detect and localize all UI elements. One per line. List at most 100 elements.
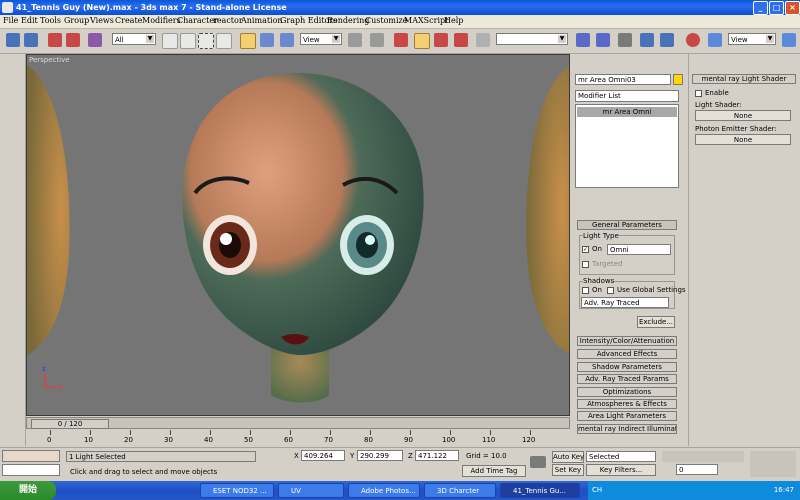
select-rotate-icon[interactable] [260,33,274,47]
key-selection-dropdown[interactable]: Selected [586,451,656,462]
menu-customize[interactable]: Customize [365,16,408,25]
playback-controls[interactable] [662,451,744,462]
menu-reactor[interactable]: reactor [213,16,243,25]
menu-animation[interactable]: Animation [241,16,283,25]
current-frame-field[interactable]: 0 [676,464,718,475]
pivot-center-icon[interactable] [348,33,362,47]
menu-group[interactable]: Group [64,16,89,25]
light-shader-button[interactable]: None [695,110,791,121]
time-slider[interactable]: 0 / 120 [26,417,570,429]
menu-maxscript[interactable]: MAXScript [404,16,448,25]
rectangle-selection-icon[interactable] [198,33,214,49]
redo-icon[interactable] [24,33,38,47]
app-icon[interactable] [2,2,13,13]
object-color-swatch[interactable] [673,74,683,85]
link-icon[interactable] [48,33,62,47]
track-bar[interactable]: 0 10 20 30 40 50 60 70 80 90 100 110 120 [26,430,570,447]
add-time-tag-button[interactable]: Add Time Tag [462,465,526,477]
task-photoshop[interactable]: Adobe Photos... [348,483,420,498]
auto-key-button[interactable]: Auto Key [552,451,584,463]
task-3dsmax[interactable]: 41_Tennis Gu... [500,483,580,498]
task-3d-character[interactable]: 3D Charcter [424,483,496,498]
schematic-view-icon[interactable] [660,33,674,47]
viewport-navigation-controls[interactable] [750,451,796,477]
spinner-snap-icon[interactable] [454,33,468,47]
clock[interactable]: 16:47 [774,481,794,500]
rollout-intensity[interactable]: Intensity/Color/Attenuation [577,336,677,346]
select-move-icon[interactable] [240,33,256,49]
maxscript-input-mini[interactable] [2,464,60,476]
select-by-name-icon[interactable] [180,33,196,49]
menu-rendering[interactable]: Rendering [327,16,369,25]
curve-editor-icon[interactable] [640,33,654,47]
set-key-button[interactable]: Set Key [552,464,584,476]
menu-character[interactable]: Character [177,16,218,25]
perspective-viewport[interactable]: Perspective x z [26,54,570,416]
quick-render-icon[interactable] [782,33,796,47]
align-icon[interactable] [596,33,610,47]
modifier-stack[interactable]: mr Area Omni [575,104,679,188]
rollout-adv-ray-traced[interactable]: Adv. Ray Traced Params [577,374,677,384]
task-uv[interactable]: UV [278,483,344,498]
x-coordinate-field[interactable]: 409.264 [301,450,345,461]
minimize-button[interactable]: _ [753,1,768,15]
window-crossing-icon[interactable] [216,33,232,49]
menu-modifiers[interactable]: Modifiers [142,16,181,25]
menu-file[interactable]: File [3,16,18,25]
maximize-button[interactable]: □ [769,1,784,15]
light-on-checkbox[interactable]: ✓ [582,246,589,253]
render-type-dropdown[interactable]: View ▼ [728,33,776,45]
angle-snap-icon[interactable] [414,33,430,49]
language-indicator[interactable]: CH [592,481,602,500]
close-button[interactable]: × [785,1,800,15]
edit-named-selections-icon[interactable] [476,33,490,47]
named-selection-dropdown[interactable]: ▼ [496,33,568,45]
select-manipulate-icon[interactable] [370,33,384,47]
enable-checkbox[interactable] [695,90,702,97]
task-eset[interactable]: ESET NOD32 ... [200,483,274,498]
mirror-icon[interactable] [576,33,590,47]
use-global-checkbox[interactable] [607,287,614,294]
key-filters-button[interactable]: Key Filters... [586,464,656,476]
light-type-dropdown[interactable]: Omni [607,244,671,255]
rollout-optimizations[interactable]: Optimizations [577,387,677,397]
selection-filter-dropdown[interactable]: All ▼ [112,33,156,45]
stack-item[interactable]: mr Area Omni [577,107,677,117]
snaps-toggle-icon[interactable] [394,33,408,47]
layer-manager-icon[interactable] [618,33,632,47]
exclude-button[interactable]: Exclude... [637,316,675,328]
key-mode-icon[interactable] [530,456,546,468]
material-editor-icon[interactable] [686,33,700,47]
start-button[interactable]: 開始 [0,481,56,500]
rollout-atmospheres[interactable]: Atmospheres & Effects [577,399,677,409]
unlink-icon[interactable] [66,33,80,47]
rollout-advanced-effects[interactable]: Advanced Effects [577,349,677,359]
time-slider-thumb[interactable]: 0 / 120 [31,419,109,429]
rollout-mental-ray-light-shader[interactable]: mental ray Light Shader [692,74,796,84]
select-object-icon[interactable] [162,33,178,49]
menu-views[interactable]: Views [90,16,114,25]
z-coordinate-field[interactable]: 471.122 [415,450,459,461]
undo-icon[interactable] [6,33,20,47]
bind-space-warp-icon[interactable] [88,33,102,47]
rollout-general-parameters[interactable]: General Parameters [577,220,677,230]
menu-tools[interactable]: Tools [40,16,61,25]
render-scene-icon[interactable] [708,33,722,47]
menu-help[interactable]: Help [444,16,463,25]
shadows-on-checkbox[interactable] [582,287,589,294]
rollout-mental-ray-indirect[interactable]: mental ray Indirect Illumination [577,424,677,434]
targeted-checkbox[interactable] [582,261,589,268]
modifier-list-dropdown[interactable]: Modifier List [575,90,679,102]
select-scale-icon[interactable] [280,33,294,47]
y-coordinate-field[interactable]: 290.299 [357,450,403,461]
menu-create[interactable]: Create [115,16,142,25]
photon-emitter-button[interactable]: None [695,134,791,145]
percent-snap-icon[interactable] [434,33,448,47]
maxscript-listener-mini[interactable] [2,450,60,462]
rollout-shadow-parameters[interactable]: Shadow Parameters [577,362,677,372]
object-name-field[interactable]: mr Area Omni03 [575,74,671,85]
shadow-type-dropdown[interactable]: Adv. Ray Traced [581,297,669,308]
rollout-area-light[interactable]: Area Light Parameters [577,411,677,421]
reference-coordinate-dropdown[interactable]: View ▼ [300,33,342,45]
menu-edit[interactable]: Edit [21,16,38,25]
